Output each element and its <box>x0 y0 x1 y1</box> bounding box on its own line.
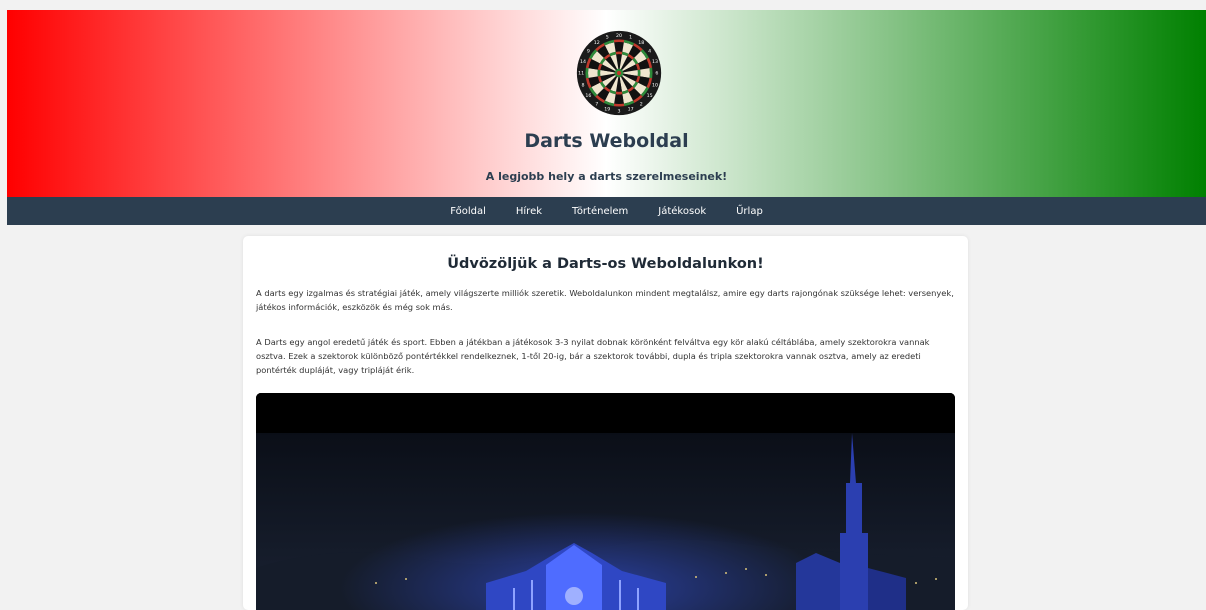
nav-link-players[interactable]: Játékosok <box>658 206 706 217</box>
dartboard-icon: 20 1 18 413 6 10 15 2 17 3 19 7 168 11 149 12 5 <box>576 30 662 116</box>
site-title: Darts Weboldal <box>524 130 689 152</box>
svg-text:2: 2 <box>640 101 643 107</box>
header-banner: 20 1 18 4 13 6 10 15 2 17 3 19 7 16 8 11 14 9 12 5 Darts We… <box>7 10 1206 197</box>
svg-text:17: 17 <box>628 107 634 113</box>
main-navigation: Főoldal Hírek Történelem Játékosok Űrlap <box>7 197 1206 225</box>
svg-text:6: 6 <box>655 71 658 77</box>
svg-text:3: 3 <box>617 109 620 115</box>
darts-venue-video[interactable] <box>256 393 955 610</box>
nav-link-home[interactable]: Főoldal <box>450 206 486 217</box>
svg-text:19: 19 <box>604 107 610 113</box>
svg-text:14: 14 <box>580 59 586 65</box>
svg-text:10: 10 <box>652 82 658 88</box>
nav-link-form[interactable]: Űrlap <box>736 206 763 217</box>
description-paragraph: A Darts egy angol eredetű játék és sport… <box>256 337 930 375</box>
svg-text:12: 12 <box>594 40 600 46</box>
svg-text:5: 5 <box>606 35 609 41</box>
svg-text:13: 13 <box>652 59 658 65</box>
nav-link-history[interactable]: Történelem <box>572 206 628 217</box>
site-tagline: A legjobb hely a darts szerelmeseinek! <box>485 170 728 183</box>
svg-text:11: 11 <box>578 71 584 77</box>
welcome-heading: Üdvözöljük a Darts-os Weboldalunkon! <box>447 256 764 272</box>
svg-text:16: 16 <box>585 93 591 99</box>
svg-text:1: 1 <box>629 35 632 41</box>
svg-text:8: 8 <box>582 82 585 88</box>
nav-link-news[interactable]: Hírek <box>516 206 542 217</box>
night-building-image <box>256 393 955 610</box>
svg-text:7: 7 <box>595 101 598 107</box>
svg-text:15: 15 <box>647 93 653 99</box>
svg-text:4: 4 <box>648 48 651 54</box>
svg-text:18: 18 <box>638 40 644 46</box>
svg-text:9: 9 <box>587 48 590 54</box>
intro-paragraph: A darts egy izgalmas és stratégiai játék… <box>256 288 954 312</box>
svg-text:20: 20 <box>616 33 622 39</box>
content-card: Üdvözöljük a Darts-os Weboldalunkon! A d… <box>243 236 968 610</box>
page: 20 1 18 4 13 6 10 15 2 17 3 19 7 16 8 11 14 9 12 5 Darts We… <box>0 0 1206 610</box>
